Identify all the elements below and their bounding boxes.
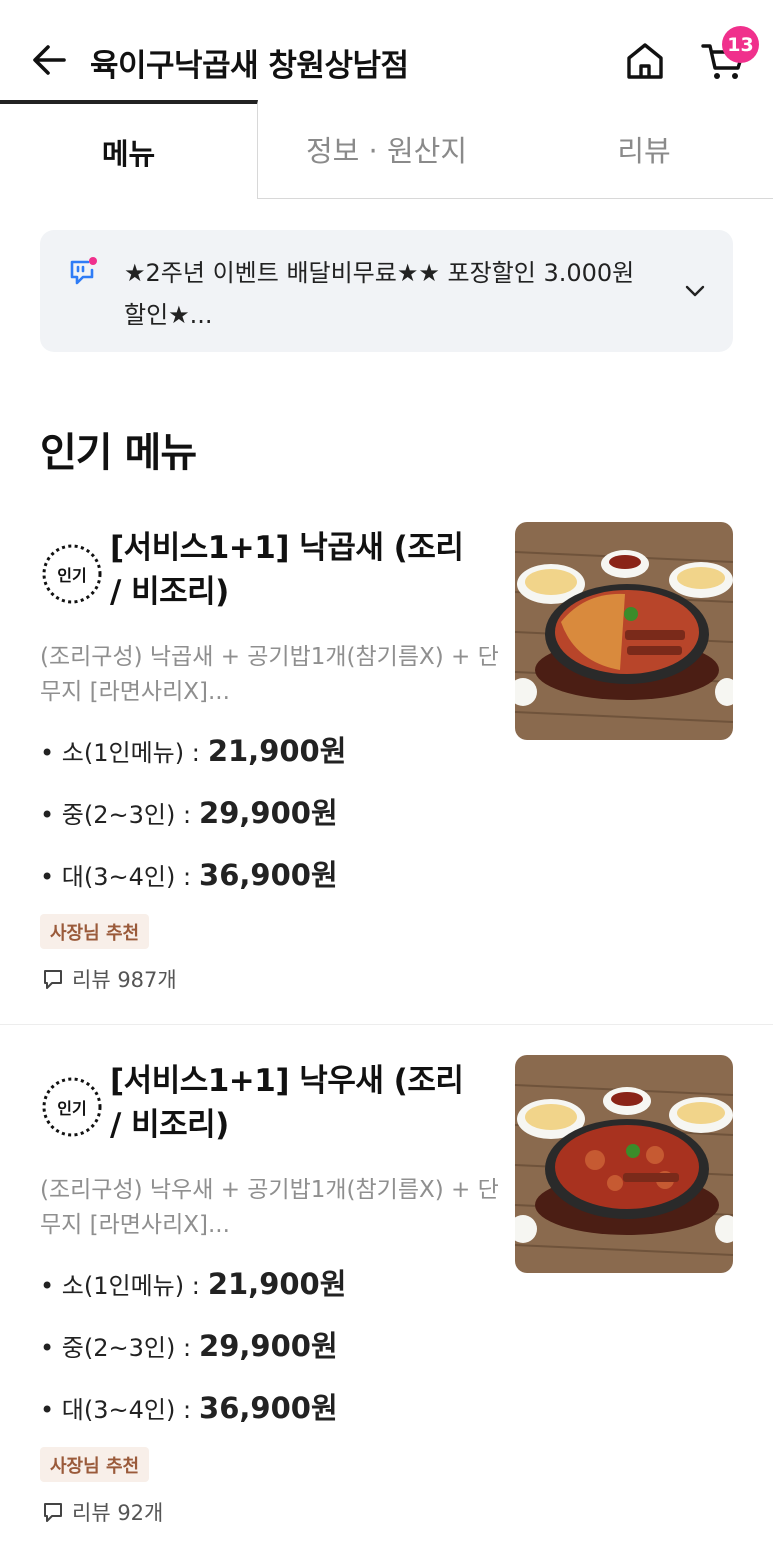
back-arrow-icon xyxy=(33,45,66,75)
review-count: 리뷰 987개 xyxy=(42,964,177,994)
top-app-bar: 육이구낙곱새 창원상남점 13 xyxy=(0,0,773,102)
price-row: • 소(1인메뉴) : 21,900원 xyxy=(40,1261,346,1303)
menu-item[interactable]: 인기 [서비스1+1] 낙우새 (조리 / 비조리) (조리구성) 낙우새 + … xyxy=(0,1055,773,1555)
review-count-label: 리뷰 987개 xyxy=(72,968,177,992)
price-row: • 대(3~4인) : 36,900원 xyxy=(40,1385,338,1427)
price-row: • 대(3~4인) : 36,900원 xyxy=(40,852,338,894)
price-label: • 중(2~3인) : xyxy=(40,1334,192,1362)
store-title: 육이구낙곱새 창원상남점 xyxy=(90,48,409,84)
review-count: 리뷰 92개 xyxy=(42,1497,163,1527)
owner-recommend-tag: 사장님 추천 xyxy=(40,1447,150,1482)
price-value: 29,900원 xyxy=(199,1329,338,1363)
cart-count-badge: 13 xyxy=(722,26,759,63)
tab-info-origin[interactable]: 정보 · 원산지 xyxy=(258,100,515,199)
popular-badge-icon: 인기 xyxy=(40,1075,104,1139)
price-row: • 중(2~3인) : 29,900원 xyxy=(40,790,338,832)
tab-review[interactable]: 리뷰 xyxy=(515,100,773,199)
chat-notice-icon xyxy=(70,257,97,285)
popular-badge-label: 인기 xyxy=(57,1099,87,1118)
price-label: • 소(1인메뉴) : xyxy=(40,1272,200,1300)
back-button[interactable] xyxy=(28,38,72,82)
home-button[interactable] xyxy=(622,38,668,84)
popular-badge-icon: 인기 xyxy=(40,542,104,606)
price-value: 21,900원 xyxy=(207,734,347,768)
review-bubble-icon xyxy=(44,970,62,989)
price-row: • 중(2~3인) : 29,900원 xyxy=(40,1323,338,1365)
owner-recommend-tag: 사장님 추천 xyxy=(40,914,150,949)
menu-item[interactable]: 인기 [서비스1+1] 낙곱새 (조리 / 비조리) (조리구성) 낙곱새 + … xyxy=(0,522,773,1025)
home-icon xyxy=(627,43,663,79)
menu-item-name[interactable]: [서비스1+1] 낙우새 (조리 / 비조리) xyxy=(110,1059,480,1147)
review-bubble-icon xyxy=(44,1503,62,1522)
price-value: 29,900원 xyxy=(199,796,338,830)
price-label: • 중(2~3인) : xyxy=(40,801,192,829)
tab-menu[interactable]: 메뉴 xyxy=(0,100,258,199)
price-label: • 대(3~4인) : xyxy=(40,863,192,891)
price-label: • 대(3~4인) : xyxy=(40,1396,192,1424)
price-row: • 소(1인메뉴) : 21,900원 xyxy=(40,728,346,770)
review-count-label: 리뷰 92개 xyxy=(72,1501,164,1525)
notice-text: ★2주년 이벤트 배달비무료★★ 포장할인 3.000원 할인★... xyxy=(124,259,635,329)
menu-item-description: (조리구성) 낙곱새 + 공기밥1개(참기름X) + 단무지 [라면사리X]..… xyxy=(40,644,499,705)
popular-badge-label: 인기 xyxy=(57,566,87,585)
menu-item-name[interactable]: [서비스1+1] 낙곱새 (조리 / 비조리) xyxy=(110,526,480,614)
menu-item-photo[interactable] xyxy=(515,1055,733,1273)
price-label: • 소(1인메뉴) : xyxy=(40,739,200,767)
menu-item-description: (조리구성) 낙우새 + 공기밥1개(참기름X) + 단무지 [라면사리X]..… xyxy=(40,1177,499,1238)
section-title: 인기 메뉴 xyxy=(40,430,197,476)
chevron-down-icon[interactable] xyxy=(680,276,710,306)
notice-banner[interactable]: ★2주년 이벤트 배달비무료★★ 포장할인 3.000원 할인★... xyxy=(40,230,733,352)
price-value: 36,900원 xyxy=(199,858,338,892)
menu-item-photo[interactable] xyxy=(515,522,733,740)
tab-bar: 메뉴 정보 · 원산지 리뷰 xyxy=(0,100,773,199)
price-value: 36,900원 xyxy=(199,1391,338,1425)
price-value: 21,900원 xyxy=(207,1267,347,1301)
